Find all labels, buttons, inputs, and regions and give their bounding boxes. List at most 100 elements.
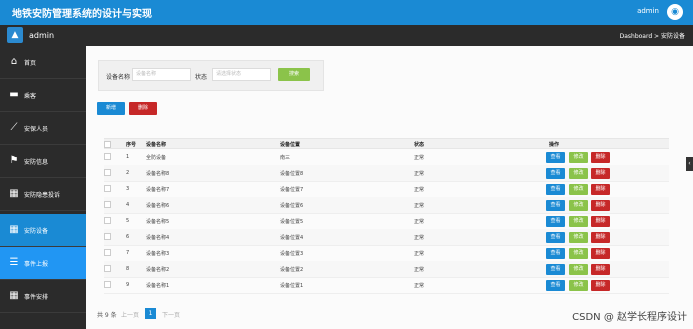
cell-index: 9 xyxy=(126,282,130,288)
cell-device-name: 全防设备 xyxy=(146,155,167,161)
view-button[interactable]: 查看 xyxy=(546,184,565,195)
pager-total: 共 9 条 xyxy=(97,312,117,319)
row-checkbox[interactable] xyxy=(104,281,111,288)
pager-next[interactable]: 下一页 xyxy=(162,310,180,319)
table-row: 3 设备名称7 设备位置7 正常 查看 修改 删除 xyxy=(104,181,669,198)
app-title: 地铁安防管理系统的设计与实现 xyxy=(12,9,152,20)
cell-device-location: 设备位置1 xyxy=(280,283,304,289)
watermark: CSDN @ 赵学长程序设计 xyxy=(572,312,687,323)
search-button[interactable]: 搜索 xyxy=(278,68,310,81)
home-icon: ⌂ xyxy=(10,56,18,67)
sidebar: ⌂ 首页 ▬ 乘客 ⟋ 安保人员 ⚑ 安防信息 ▦ 安防隐患投诉 ▦ 安防设备 ☰ 事件上报 … xyxy=(0,46,86,329)
cell-device-name: 设备名称4 xyxy=(146,235,170,241)
table-header: 序号 设备名称 设备位置 状态 操作 xyxy=(104,138,669,149)
add-button[interactable]: 新增 xyxy=(97,102,125,115)
sidebar-item-schedule[interactable]: ▦ 事件安排 xyxy=(0,280,86,313)
cell-index: 5 xyxy=(126,218,130,224)
view-button[interactable]: 查看 xyxy=(546,280,565,291)
delete-button[interactable]: 删除 xyxy=(591,264,610,275)
cell-device-location: 设备位置2 xyxy=(280,267,304,273)
row-checkbox[interactable] xyxy=(104,233,111,240)
sliders-icon: ☰ xyxy=(9,257,19,268)
edit-button[interactable]: 修改 xyxy=(569,248,588,259)
view-button[interactable]: 查看 xyxy=(546,200,565,211)
edit-button[interactable]: 修改 xyxy=(569,184,588,195)
cell-index: 8 xyxy=(126,266,130,272)
row-checkbox[interactable] xyxy=(104,201,111,208)
edit-button[interactable]: 修改 xyxy=(569,280,588,291)
device-name-label: 设备名称 xyxy=(106,74,131,81)
cell-index: 3 xyxy=(126,186,130,192)
logo-icon: ▲ xyxy=(7,27,23,43)
sub-username: admin xyxy=(29,31,55,40)
sidebar-item-label: 安防隐患投诉 xyxy=(24,192,61,199)
device-name-input[interactable]: 设备名称 xyxy=(132,68,191,81)
edit-button[interactable]: 修改 xyxy=(569,168,588,179)
delete-button[interactable]: 删除 xyxy=(591,184,610,195)
cell-index: 4 xyxy=(126,202,130,208)
row-checkbox[interactable] xyxy=(104,169,111,176)
sidebar-item-complaint[interactable]: ▦ 安防隐患投诉 xyxy=(0,178,86,211)
cell-device-name: 设备名称6 xyxy=(146,203,170,209)
delete-button[interactable]: 删除 xyxy=(591,168,610,179)
edit-button[interactable]: 修改 xyxy=(569,232,588,243)
view-button[interactable]: 查看 xyxy=(546,232,565,243)
delete-button[interactable]: 删除 xyxy=(591,232,610,243)
cell-status: 正常 xyxy=(414,155,425,161)
column-header[interactable]: 状态 xyxy=(414,141,424,148)
row-checkbox[interactable] xyxy=(104,185,111,192)
table-row: 1 全防设备 南三 正常 查看 修改 删除 xyxy=(104,149,669,166)
edit-button[interactable]: 修改 xyxy=(569,152,588,163)
sidebar-item-label: 事件安排 xyxy=(24,294,49,301)
sidebar-item-home[interactable]: ⌂ 首页 xyxy=(0,46,86,79)
delete-button[interactable]: 删除 xyxy=(591,280,610,291)
cell-index: 1 xyxy=(126,154,130,160)
top-header: 地铁安防管理系统的设计与实现 admin ◉ xyxy=(0,0,693,25)
bulk-delete-button[interactable]: 删除 xyxy=(129,102,157,115)
view-button[interactable]: 查看 xyxy=(546,248,565,259)
delete-button[interactable]: 删除 xyxy=(591,200,610,211)
view-button[interactable]: 查看 xyxy=(546,152,565,163)
view-button[interactable]: 查看 xyxy=(546,168,565,179)
column-header: 序号 xyxy=(126,142,137,148)
column-header: 操作 xyxy=(549,142,560,148)
sidebar-item-report[interactable]: ☰ 事件上报 xyxy=(0,247,86,280)
cell-device-name: 设备名称1 xyxy=(146,283,170,289)
column-header[interactable]: 设备位置 xyxy=(280,141,300,148)
cell-device-location: 设备位置7 xyxy=(280,187,304,193)
cell-status: 正常 xyxy=(414,267,425,273)
edit-button[interactable]: 修改 xyxy=(569,264,588,275)
table-row: 7 设备名称3 设备位置3 正常 查看 修改 删除 xyxy=(104,245,669,262)
top-username[interactable]: admin xyxy=(637,7,659,15)
view-button[interactable]: 查看 xyxy=(546,264,565,275)
row-checkbox[interactable] xyxy=(104,217,111,224)
sidebar-item-info[interactable]: ⚑ 安防信息 xyxy=(0,145,86,178)
cell-status: 正常 xyxy=(414,235,425,241)
column-header[interactable]: 设备名称 xyxy=(146,141,166,148)
cell-device-name: 设备名称8 xyxy=(146,171,170,177)
sidebar-item-passenger[interactable]: ▬ 乘客 xyxy=(0,79,86,112)
edit-button[interactable]: 修改 xyxy=(569,216,588,227)
grid-icon: ▦ xyxy=(9,224,19,235)
cell-device-location: 设备位置8 xyxy=(280,171,304,177)
status-select[interactable]: 请选择状态 xyxy=(212,68,271,81)
select-all-checkbox[interactable] xyxy=(104,141,111,148)
row-checkbox[interactable] xyxy=(104,249,111,256)
sidebar-item-devices[interactable]: ▦ 安防设备 xyxy=(0,214,86,247)
pager-prev[interactable]: 上一页 xyxy=(121,310,139,319)
cell-device-name: 设备名称2 xyxy=(146,267,170,273)
pager-current[interactable]: 1 xyxy=(145,308,156,319)
delete-button[interactable]: 删除 xyxy=(591,216,610,227)
row-checkbox[interactable] xyxy=(104,153,111,160)
view-button[interactable]: 查看 xyxy=(546,216,565,227)
table-row: 4 设备名称6 设备位置6 正常 查看 修改 删除 xyxy=(104,197,669,214)
sidebar-item-label: 事件上报 xyxy=(24,261,49,268)
delete-button[interactable]: 删除 xyxy=(591,152,610,163)
avatar-icon[interactable]: ◉ xyxy=(667,4,683,20)
edit-button[interactable]: 修改 xyxy=(569,200,588,211)
row-checkbox[interactable] xyxy=(104,265,111,272)
sidebar-item-staff[interactable]: ⟋ 安保人员 xyxy=(0,112,86,145)
cell-index: 7 xyxy=(126,250,130,256)
delete-button[interactable]: 删除 xyxy=(591,248,610,259)
collapse-handle-icon[interactable]: ‹ xyxy=(686,157,693,171)
